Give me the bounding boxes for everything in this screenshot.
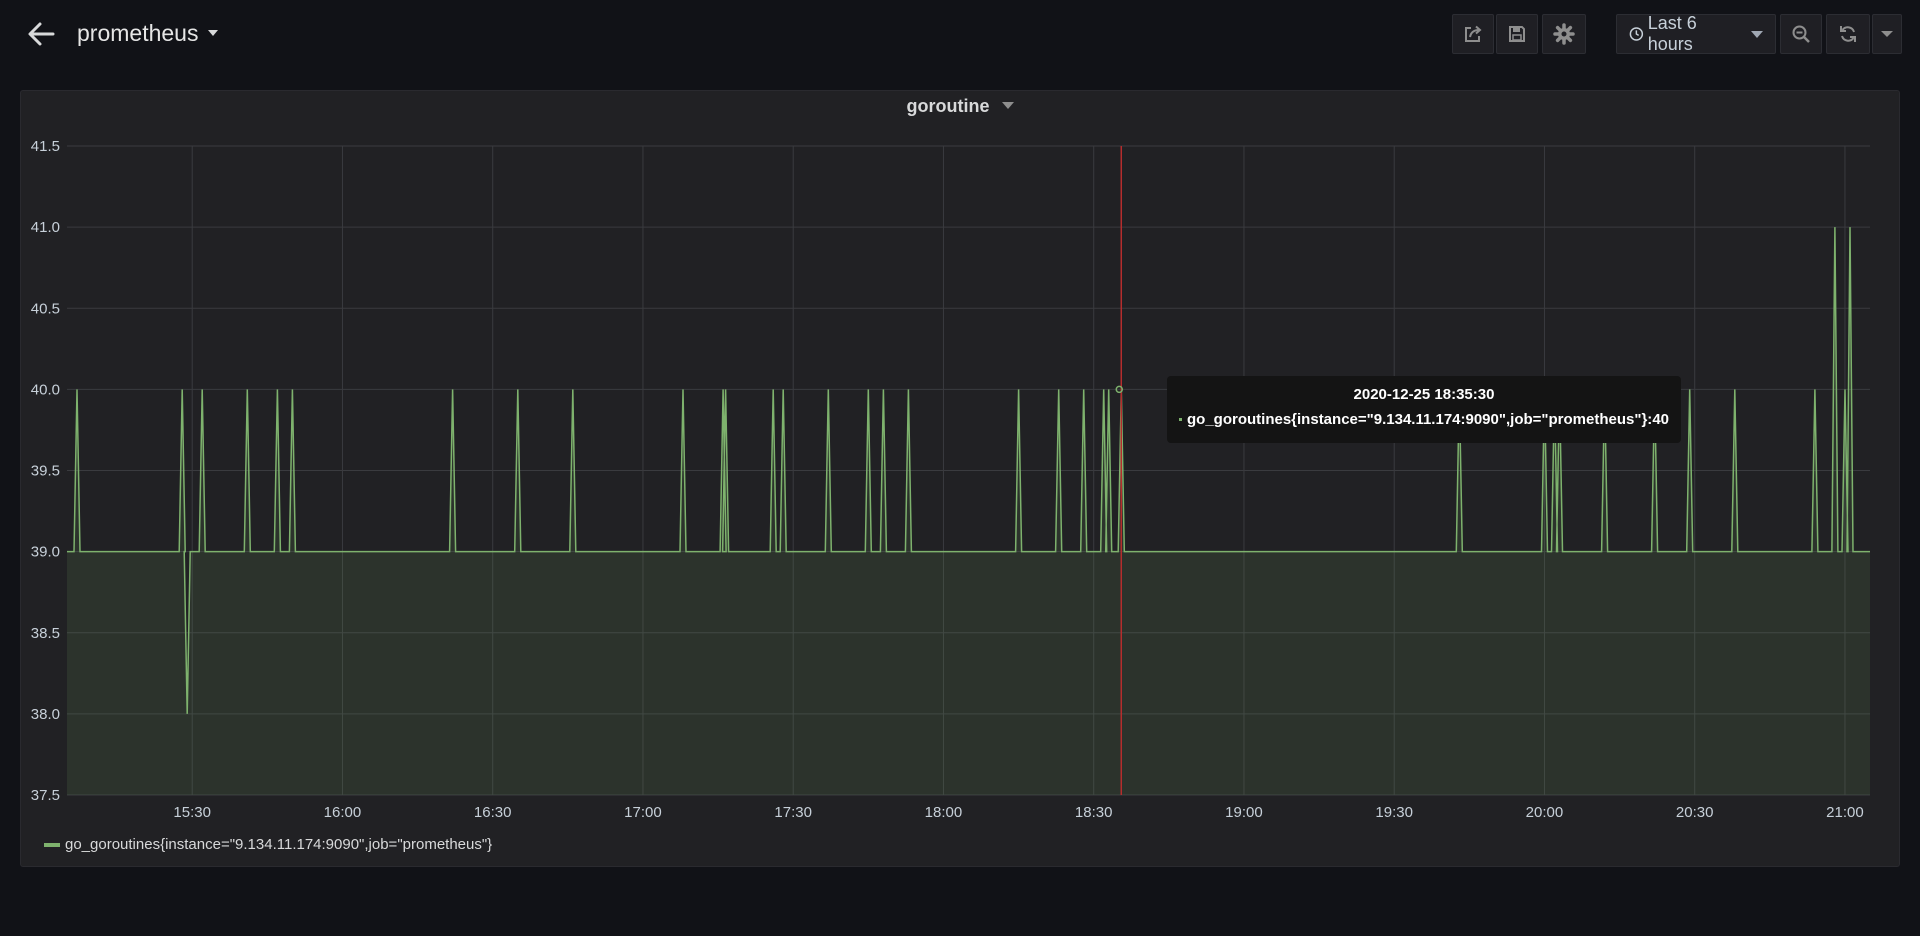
- y-tick-label: 41.0: [31, 219, 60, 236]
- tooltip-time: 2020-12-25 18:35:30: [1353, 386, 1495, 403]
- x-tick-label: 16:30: [474, 804, 512, 821]
- series-area-fill: [67, 227, 1870, 796]
- x-tick-label: 16:00: [324, 804, 362, 821]
- x-tick-label: 19:00: [1225, 804, 1263, 821]
- y-tick-label: 38.0: [31, 706, 60, 723]
- series-color-swatch: [44, 842, 60, 847]
- tooltip-row: go_goroutines{instance="9.134.11.174:909…: [1179, 411, 1669, 428]
- tooltip-series-name: go_goroutines{instance="9.134.11.174:909…: [1187, 411, 1653, 428]
- y-tick-label: 40.0: [31, 381, 60, 398]
- x-tick-label: 18:00: [925, 804, 963, 821]
- legend-series-name: go_goroutines{instance="9.134.11.174:909…: [65, 836, 493, 853]
- tooltip-value: 40: [1652, 411, 1669, 428]
- x-tick-label: 18:30: [1075, 804, 1113, 821]
- x-tick-label: 21:00: [1826, 804, 1864, 821]
- x-tick-label: 15:30: [173, 804, 211, 821]
- graph-chart[interactable]: 37.5 38.0 38.5 39.0 39.5 40.0 40.5 41.0 41.5 15:3…: [0, 0, 1920, 936]
- y-tick-label: 38.5: [31, 625, 60, 642]
- y-tick-label: 40.5: [31, 300, 60, 317]
- x-tick-label: 17:00: [624, 804, 662, 821]
- x-tick-label: 17:30: [774, 804, 812, 821]
- y-tick-label: 39.5: [31, 463, 60, 480]
- x-tick-label: 19:30: [1375, 804, 1413, 821]
- y-tick-label: 37.5: [31, 787, 60, 804]
- hover-tooltip: 2020-12-25 18:35:30 go_goroutines{instan…: [1167, 376, 1681, 443]
- x-tick-label: 20:00: [1526, 804, 1564, 821]
- y-tick-label: 39.0: [31, 544, 60, 561]
- series-color-swatch: [1179, 418, 1183, 421]
- x-tick-label: 20:30: [1676, 804, 1714, 821]
- legend-item[interactable]: go_goroutines{instance="9.134.11.174:909…: [44, 836, 492, 853]
- y-tick-label: 41.5: [31, 138, 60, 155]
